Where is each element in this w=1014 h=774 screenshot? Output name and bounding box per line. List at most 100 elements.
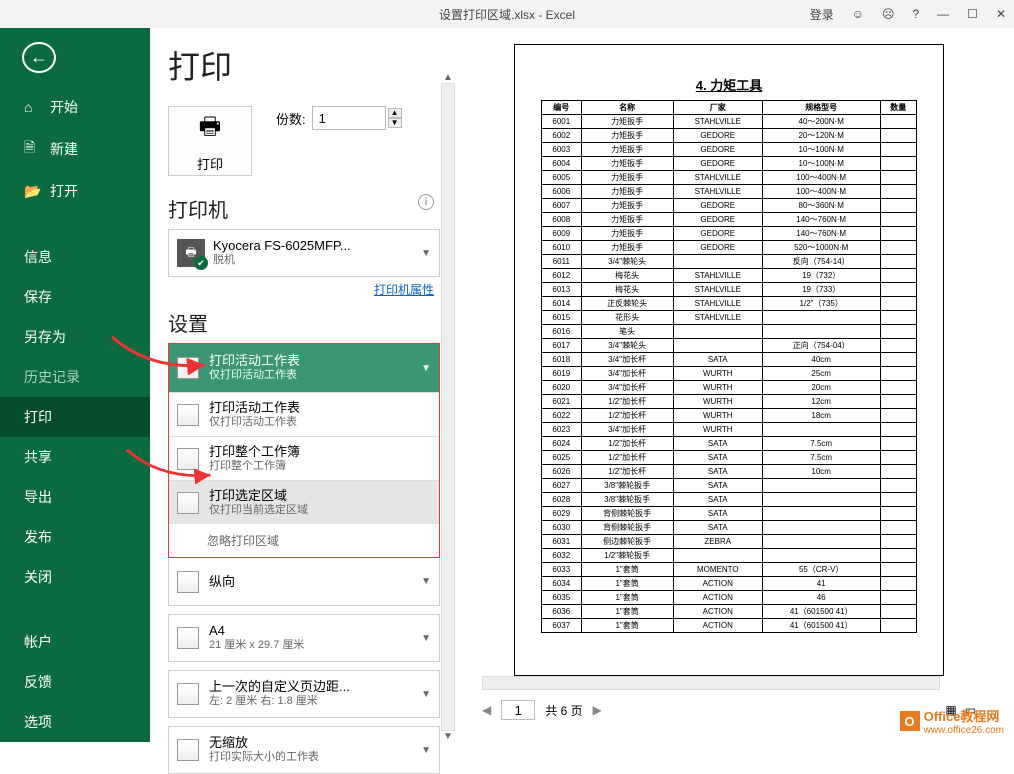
info-icon[interactable]: i: [418, 194, 434, 210]
page-number-input[interactable]: [501, 700, 535, 720]
table-row: 6008力矩扳手GEDORE140～760N·M: [542, 213, 917, 227]
copies-input[interactable]: [312, 106, 386, 130]
sidebar-label: 新建: [50, 139, 78, 159]
table-row: 60341"套筒ACTION41: [542, 577, 917, 591]
sidebar-item-saveas[interactable]: 另存为: [0, 317, 150, 357]
preview-table: 编号名称厂家规格型号数量 6001力矩扳手STAHLVILLE40～200N·M…: [541, 100, 917, 633]
dd-sub: 仅打印活动工作表: [209, 368, 300, 383]
sidebar-label: 反馈: [24, 672, 52, 692]
dd-option-entire-workbook[interactable]: 打印整个工作簿打印整个工作簿: [169, 436, 439, 480]
maximize-button[interactable]: ☐: [967, 7, 978, 21]
dd-sub: 仅打印活动工作表: [209, 415, 300, 430]
opt-sub: 左: 2 厘米 右: 1.8 厘米: [209, 694, 350, 709]
table-row: 60283/8"棘轮扳手SATA: [542, 493, 917, 507]
sidebar-item-history[interactable]: 历史记录: [0, 357, 150, 397]
table-row: 6003力矩扳手GEDORE10～100N·M: [542, 143, 917, 157]
printer-heading: 打印机i: [168, 194, 440, 223]
portrait-icon: [177, 571, 199, 593]
sidebar-item-share[interactable]: 共享: [0, 437, 150, 477]
help-icon[interactable]: ?: [912, 7, 919, 21]
table-row: 6012梅花头STAHLVILLE19（732）: [542, 269, 917, 283]
sidebar-item-publish[interactable]: 发布: [0, 517, 150, 557]
dd-title: 打印活动工作表: [209, 400, 300, 415]
new-icon: 🗎: [24, 137, 40, 161]
print-button[interactable]: 🖶 打印: [168, 106, 252, 176]
workbook-icon: [177, 448, 199, 470]
preview-hscrollbar[interactable]: [482, 676, 940, 690]
printer-properties-link[interactable]: 打印机属性: [168, 281, 434, 298]
logo-url: www.office26.com: [924, 725, 1004, 736]
margins-selector[interactable]: 上一次的自定义页边距...左: 2 厘米 右: 1.8 厘米 ▼: [168, 670, 440, 718]
table-row: 60183/4"加长杆SATA40cm: [542, 353, 917, 367]
back-button[interactable]: ←: [22, 42, 56, 73]
sidebar-label: 关闭: [24, 567, 52, 587]
table-row: 6007力矩扳手GEDORE80～360N·M: [542, 199, 917, 213]
chevron-down-icon: ▼: [421, 576, 431, 587]
minimize-button[interactable]: —: [937, 7, 949, 21]
selection-icon: [177, 492, 199, 514]
paper-size-selector[interactable]: A421 厘米 x 29.7 厘米 ▼: [168, 614, 440, 662]
login-link[interactable]: 登录: [810, 6, 834, 23]
chevron-down-icon: ▼: [421, 745, 431, 756]
sidebar-label: 另存为: [24, 327, 66, 347]
scale-icon: [177, 739, 199, 761]
printer-selector[interactable]: 🖶 Kyocera FS-6025MFP...脱机 ▼: [168, 229, 440, 277]
dd-option-active-sheets[interactable]: 打印活动工作表仅打印活动工作表: [169, 392, 439, 436]
table-row: 60233/4"加长杆WURTH: [542, 423, 917, 437]
printer-status: 脱机: [213, 253, 351, 268]
table-row: 60113/4"棘轮头反向（754-14）: [542, 255, 917, 269]
sidebar-label: 历史记录: [24, 367, 80, 387]
table-row: 6010力矩扳手GEDORE520～1000N·M: [542, 241, 917, 255]
scroll-track[interactable]: [441, 83, 455, 731]
table-row: 60203/4"加长杆WURTH20cm: [542, 381, 917, 395]
sidebar-item-save[interactable]: 保存: [0, 277, 150, 317]
face-smile-icon[interactable]: ☺: [852, 7, 864, 21]
dd-title: 打印选定区域: [209, 488, 308, 503]
sidebar-item-new[interactable]: 🗎 新建: [0, 127, 150, 171]
logo-icon: O: [900, 711, 920, 731]
scroll-up-icon[interactable]: ▲: [443, 72, 453, 83]
dd-option-selection[interactable]: 打印选定区域仅打印当前选定区域: [169, 480, 439, 524]
sidebar-item-home[interactable]: ⌂开始: [0, 87, 150, 127]
opt-title: 无缩放: [209, 735, 319, 750]
scaling-selector[interactable]: 无缩放打印实际大小的工作表 ▼: [168, 726, 440, 774]
chevron-down-icon: ▼: [421, 633, 431, 644]
table-row: 6013梅花头STAHLVILLE19（733）: [542, 283, 917, 297]
print-settings-pane: 打印 🖶 打印 份数: ▲▼ 打印机i 🖶 Kyocera FS-6025MFP…: [150, 28, 440, 742]
chevron-down-icon: ▼: [421, 248, 431, 259]
sidebar-item-open[interactable]: 📂打开: [0, 171, 150, 211]
sidebar-item-close[interactable]: 关闭: [0, 557, 150, 597]
sidebar-item-account[interactable]: 帐户: [0, 622, 150, 662]
sidebar-label: 发布: [24, 527, 52, 547]
sidebar-item-export[interactable]: 导出: [0, 477, 150, 517]
chevron-down-icon: ▼: [421, 689, 431, 700]
open-icon: 📂: [24, 183, 40, 200]
col-header: 编号: [542, 101, 582, 115]
table-row: 6009力矩扳手GEDORE140～760N·M: [542, 227, 917, 241]
copies-down[interactable]: ▼: [388, 118, 402, 128]
face-sad-icon[interactable]: ☹: [882, 7, 895, 21]
settings-scrollbar[interactable]: ▲ ▼: [440, 28, 456, 742]
table-row: 60351"套筒ACTION46: [542, 591, 917, 605]
sheet-icon: [177, 404, 199, 426]
sidebar-item-print[interactable]: 打印: [0, 397, 150, 437]
copies-up[interactable]: ▲: [388, 108, 402, 118]
sidebar-item-info[interactable]: 信息: [0, 237, 150, 277]
table-row: 60241/2"加长杆SATA7.5cm: [542, 437, 917, 451]
print-what-selected[interactable]: 打印活动工作表仅打印活动工作表 ▼: [169, 344, 439, 392]
close-button[interactable]: ✕: [996, 7, 1006, 21]
backstage-sidebar: ← ⌂开始 🗎 新建 📂打开 信息 保存 另存为 历史记录 打印 共享 导出 发布…: [0, 28, 150, 742]
next-page-button[interactable]: ▶: [593, 703, 602, 717]
sidebar-item-feedback[interactable]: 反馈: [0, 662, 150, 702]
scroll-down-icon[interactable]: ▼: [443, 731, 453, 742]
dd-title: 打印整个工作簿: [209, 444, 300, 459]
document-title: 设置打印区域.xlsx - Excel: [439, 6, 575, 23]
prev-page-button[interactable]: ◀: [482, 703, 491, 717]
sidebar-item-options[interactable]: 选项: [0, 702, 150, 742]
page-total: 共 6 页: [545, 702, 582, 719]
opt-sub: 打印实际大小的工作表: [209, 750, 319, 765]
orientation-selector[interactable]: 纵向 ▼: [168, 558, 440, 606]
print-preview-pane: 4. 力矩工具 编号名称厂家规格型号数量 6001力矩扳手STAHLVILLE4…: [456, 28, 1014, 742]
dd-ignore-print-area[interactable]: 忽略打印区域: [169, 524, 439, 557]
table-row: 60193/4"加长杆WURTH25cm: [542, 367, 917, 381]
